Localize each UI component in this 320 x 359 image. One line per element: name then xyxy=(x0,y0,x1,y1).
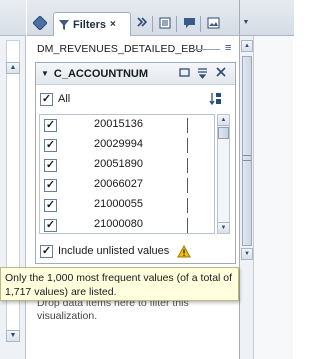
sort-icon[interactable] xyxy=(208,92,222,106)
value-label: 20029994 xyxy=(94,138,143,150)
frequency-bar xyxy=(187,118,188,133)
value-checkbox[interactable]: ✓ xyxy=(44,138,57,152)
frequency-bar xyxy=(187,178,188,193)
warning-icon[interactable] xyxy=(177,244,192,258)
value-row[interactable]: ✓ 21000080 xyxy=(40,215,214,233)
list-icon[interactable] xyxy=(156,14,174,32)
visualization-icon[interactable] xyxy=(31,14,49,32)
double-chevron-icon[interactable] xyxy=(133,14,151,32)
value-row[interactable]: ✓ 20029994 xyxy=(40,135,214,155)
frequency-bar xyxy=(187,198,188,213)
filter-control: ▼ C_ACCOUNTNUM ✓ All ✓ 20015136 ✓ 20029994 ✓… xyxy=(35,62,236,264)
value-label: 20015136 xyxy=(94,118,143,130)
select-all-checkbox[interactable]: ✓ xyxy=(40,92,53,106)
tab-separator xyxy=(152,16,153,32)
image-icon[interactable] xyxy=(204,14,222,32)
filter-title: C_ACCOUNTNUM xyxy=(53,67,149,80)
left-scroll-up-icon[interactable]: ▲ xyxy=(6,62,20,74)
select-all-row[interactable]: ✓ All xyxy=(40,89,235,109)
right-scroll-down-icon[interactable]: ▼ xyxy=(241,248,253,260)
scroll-up-icon[interactable]: ▲ xyxy=(218,115,229,126)
frequency-bar xyxy=(187,218,188,233)
value-label: 21000055 xyxy=(94,198,143,210)
tab-filters-label: Filters xyxy=(73,18,107,31)
collapse-triangle-icon[interactable]: ▼ xyxy=(41,69,49,78)
minimize-icon[interactable] xyxy=(178,67,190,79)
values-list[interactable]: ✓ 20015136 ✓ 20029994 ✓ 20051890 ✓ 20066027 ✓ 210… xyxy=(39,114,215,234)
tab-separator xyxy=(176,16,177,32)
tab-separator xyxy=(200,16,201,32)
value-checkbox[interactable]: ✓ xyxy=(44,218,57,232)
filter-header[interactable]: ▼ C_ACCOUNTNUM xyxy=(36,63,235,85)
options-menu-icon[interactable] xyxy=(196,67,208,79)
data-source-row: DM_REVENUES_DETAILED_EBU ≡ xyxy=(27,38,239,60)
drop-hint-line-2: visualization. xyxy=(37,310,98,322)
frequency-bar xyxy=(187,138,188,153)
comment-icon[interactable] xyxy=(180,14,198,32)
left-canvas-strip: ▲ ▼ xyxy=(0,0,26,359)
values-limit-tooltip: Only the 1,000 most frequent values (of … xyxy=(0,267,239,301)
filters-panel: Filters × DM_REVENUES_DETAILED_EBU ≡ ▼ C… xyxy=(27,0,239,359)
left-toolbar xyxy=(0,0,26,36)
scroll-thumb[interactable] xyxy=(218,127,229,139)
value-checkbox[interactable]: ✓ xyxy=(44,158,57,172)
data-source-name: DM_REVENUES_DETAILED_EBU xyxy=(37,43,204,55)
left-scroll-down-icon[interactable]: ▼ xyxy=(6,330,20,342)
values-scrollbar[interactable]: ▲ ▼ xyxy=(217,114,230,234)
value-row[interactable]: ✓ 20015136 xyxy=(40,115,214,135)
value-label: 21000080 xyxy=(94,218,143,230)
select-all-label: All xyxy=(58,93,71,105)
right-panel: ▼ ▲ ▼ xyxy=(239,0,294,359)
value-checkbox[interactable]: ✓ xyxy=(44,198,57,212)
close-icon[interactable] xyxy=(215,67,227,79)
value-checkbox[interactable]: ✓ xyxy=(44,178,57,192)
tab-close-icon[interactable]: × xyxy=(110,19,116,30)
include-unlisted-label: Include unlisted values xyxy=(58,245,170,257)
scroll-down-icon[interactable]: ▼ xyxy=(218,222,229,233)
scroll-grip-icon xyxy=(243,155,251,161)
value-row[interactable]: ✓ 20066027 xyxy=(40,175,214,195)
include-unlisted-row[interactable]: ✓ Include unlisted values xyxy=(40,241,235,261)
chevron-down-icon[interactable]: ▼ xyxy=(240,14,252,32)
value-label: 20051890 xyxy=(94,158,143,170)
include-unlisted-checkbox[interactable]: ✓ xyxy=(40,244,53,258)
frequency-bar xyxy=(187,158,188,173)
right-scroll-up-icon[interactable]: ▲ xyxy=(241,40,253,52)
data-source-divider xyxy=(194,49,220,50)
tab-filters[interactable]: Filters × xyxy=(53,12,131,36)
value-checkbox[interactable]: ✓ xyxy=(44,118,57,132)
funnel-icon xyxy=(59,19,69,30)
panel-tab-bar: Filters × xyxy=(27,0,239,36)
value-row[interactable]: ✓ 21000055 xyxy=(40,195,214,215)
value-label: 20066027 xyxy=(94,178,143,190)
value-row[interactable]: ✓ 20051890 xyxy=(40,155,214,175)
data-source-menu-icon[interactable]: ≡ xyxy=(225,42,231,54)
right-scroll-thumb[interactable] xyxy=(242,56,252,246)
